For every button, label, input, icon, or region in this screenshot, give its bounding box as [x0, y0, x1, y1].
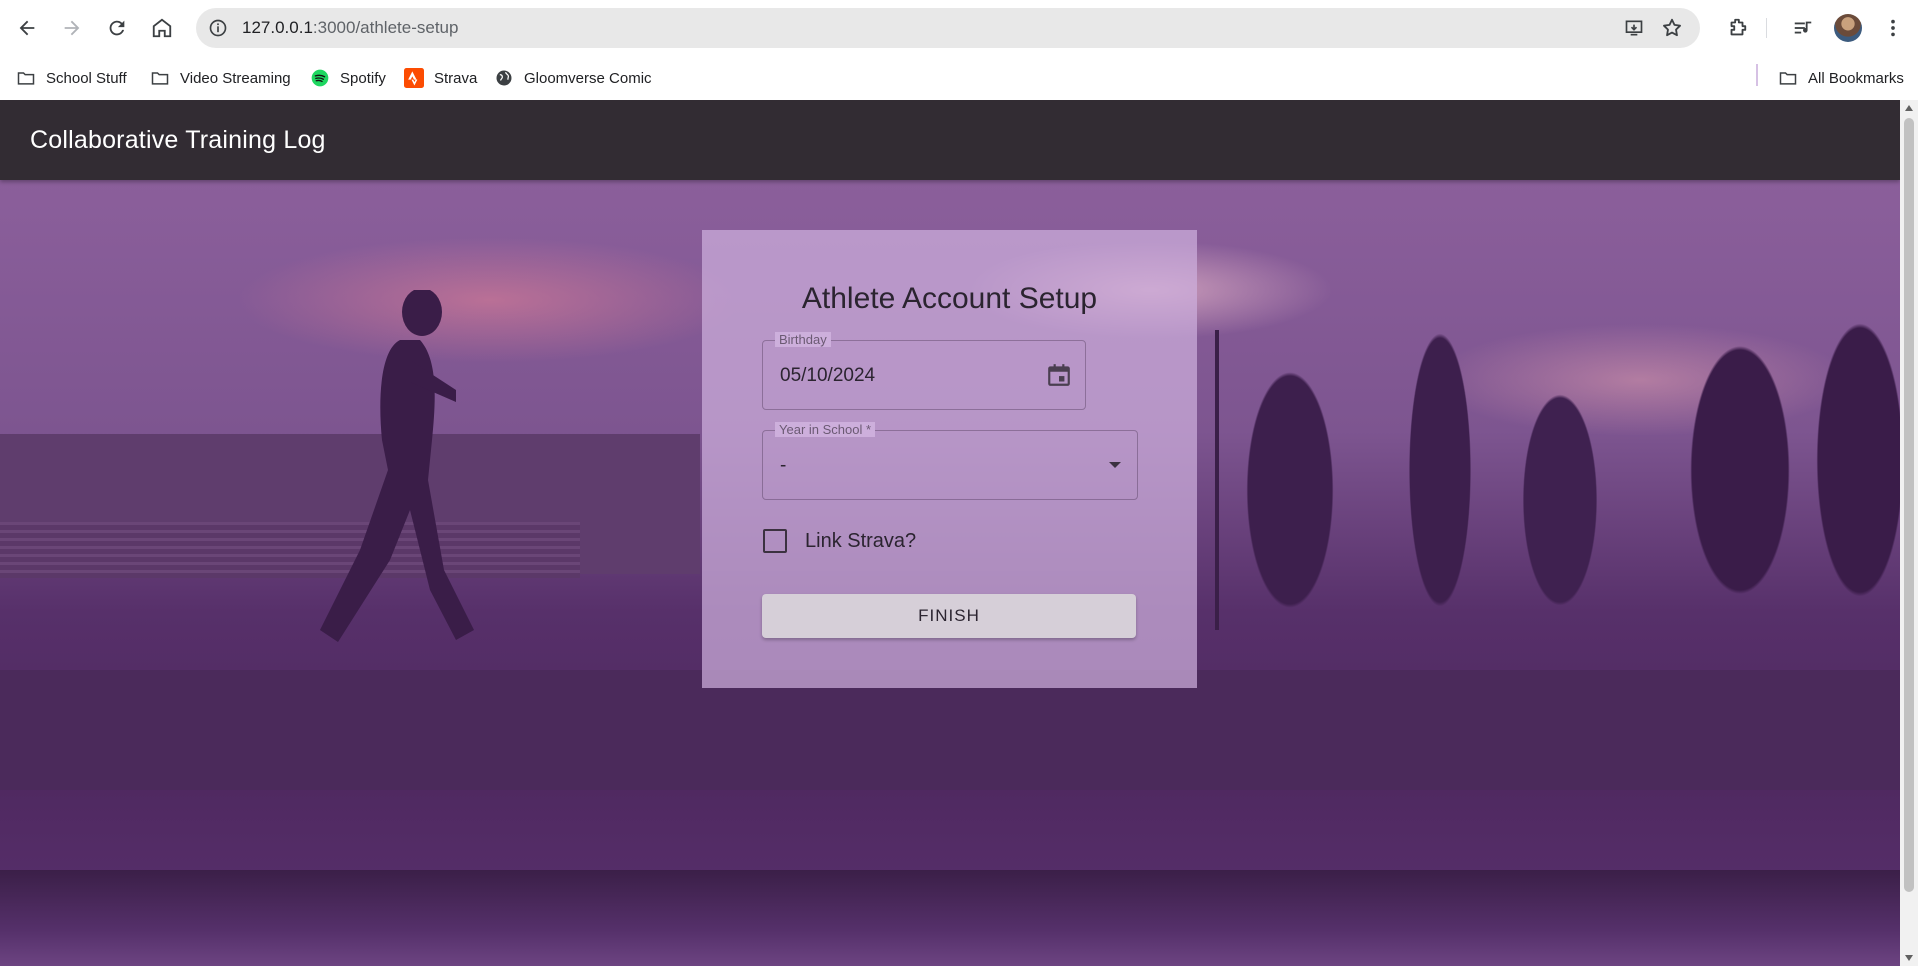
- bookmarks-divider: [1756, 64, 1758, 86]
- folder-icon: [150, 68, 170, 88]
- forward-arrow-icon: [64, 20, 80, 36]
- light-pole: [1215, 330, 1219, 630]
- folder-icon: [16, 68, 36, 88]
- reload-button[interactable]: [100, 11, 134, 45]
- strava-icon: [404, 68, 424, 88]
- menu-kebab-icon[interactable]: [1876, 11, 1910, 45]
- all-bookmarks[interactable]: All Bookmarks: [1778, 66, 1904, 90]
- url-path: :3000/athlete-setup: [312, 18, 459, 37]
- bookmark-star-icon[interactable]: [1658, 14, 1686, 42]
- scroll-up-arrow-icon[interactable]: [1905, 105, 1913, 111]
- home-button[interactable]: [145, 11, 179, 45]
- browser-toolbar: 127.0.0.1:3000/athlete-setup: [0, 0, 1918, 56]
- calendar-icon[interactable]: [1045, 361, 1073, 389]
- bookmark-school-stuff[interactable]: School Stuff: [16, 66, 127, 90]
- bookmark-label: Strava: [434, 69, 478, 87]
- bookmark-video-streaming[interactable]: Video Streaming: [150, 66, 291, 90]
- bookmark-label: Video Streaming: [180, 69, 291, 87]
- dropdown-arrow-icon: [1109, 462, 1121, 468]
- bookmark-gloomverse-comic[interactable]: Gloomverse Comic: [494, 66, 652, 90]
- bookmark-label: School Stuff: [46, 69, 127, 87]
- birthday-field[interactable]: Birthday 05/10/2024: [762, 332, 1086, 410]
- profile-avatar[interactable]: [1834, 14, 1862, 42]
- birthday-value: 05/10/2024: [780, 365, 876, 386]
- app-title: Collaborative Training Log: [30, 126, 326, 154]
- link-strava-label[interactable]: Link Strava?: [805, 530, 916, 553]
- reload-icon: [109, 20, 125, 36]
- bookmark-label: Spotify: [340, 69, 386, 87]
- media-queue-icon[interactable]: [1786, 11, 1820, 45]
- extensions-icon[interactable]: [1720, 11, 1754, 45]
- folder-icon: [1778, 68, 1798, 88]
- globe-icon: [494, 68, 514, 88]
- home-icon: [152, 18, 172, 38]
- setup-card: Athlete Account Setup Birthday 05/10/202…: [702, 230, 1197, 688]
- forward-button[interactable]: [55, 11, 89, 45]
- url-text: 127.0.0.1:3000/athlete-setup: [242, 18, 458, 38]
- year-in-school-select[interactable]: Year in School * -: [762, 422, 1138, 500]
- bookmarks-bar: School Stuff Video Streaming Spotify Str…: [0, 56, 1918, 100]
- bookmark-spotify[interactable]: Spotify: [310, 66, 386, 90]
- all-bookmarks-label: All Bookmarks: [1808, 69, 1904, 87]
- toolbar-divider: [1766, 18, 1767, 38]
- back-arrow-icon: [19, 20, 35, 36]
- app-header: Collaborative Training Log: [0, 100, 1900, 180]
- back-button[interactable]: [10, 11, 44, 45]
- url-host: 127.0.0.1: [242, 18, 313, 37]
- link-strava-row: Link Strava?: [762, 526, 916, 556]
- link-strava-checkbox[interactable]: [763, 529, 787, 553]
- track-ground: [0, 670, 1900, 790]
- page-viewport: Collaborative Training Log Athlete Accou…: [0, 100, 1900, 966]
- runner-silhouette: [320, 290, 474, 642]
- spotify-icon: [310, 68, 330, 88]
- birthday-label: Birthday: [775, 332, 831, 347]
- page-scrollbar[interactable]: [1900, 100, 1918, 966]
- scrollbar-thumb[interactable]: [1904, 118, 1914, 892]
- year-in-school-label: Year in School *: [775, 422, 876, 437]
- scroll-down-arrow-icon[interactable]: [1905, 955, 1913, 961]
- bookmark-label: Gloomverse Comic: [524, 69, 652, 87]
- puddle-reflection: [0, 870, 1900, 966]
- finish-button[interactable]: FINISH: [762, 594, 1136, 638]
- year-in-school-value: -: [780, 455, 787, 476]
- address-bar[interactable]: 127.0.0.1:3000/athlete-setup: [196, 8, 1700, 48]
- trees-silhouette: [1180, 270, 1900, 670]
- bookmark-strava[interactable]: Strava: [404, 66, 477, 90]
- install-app-icon[interactable]: [1620, 14, 1648, 42]
- page-title: Athlete Account Setup: [801, 282, 1098, 315]
- site-info-icon[interactable]: [204, 14, 232, 42]
